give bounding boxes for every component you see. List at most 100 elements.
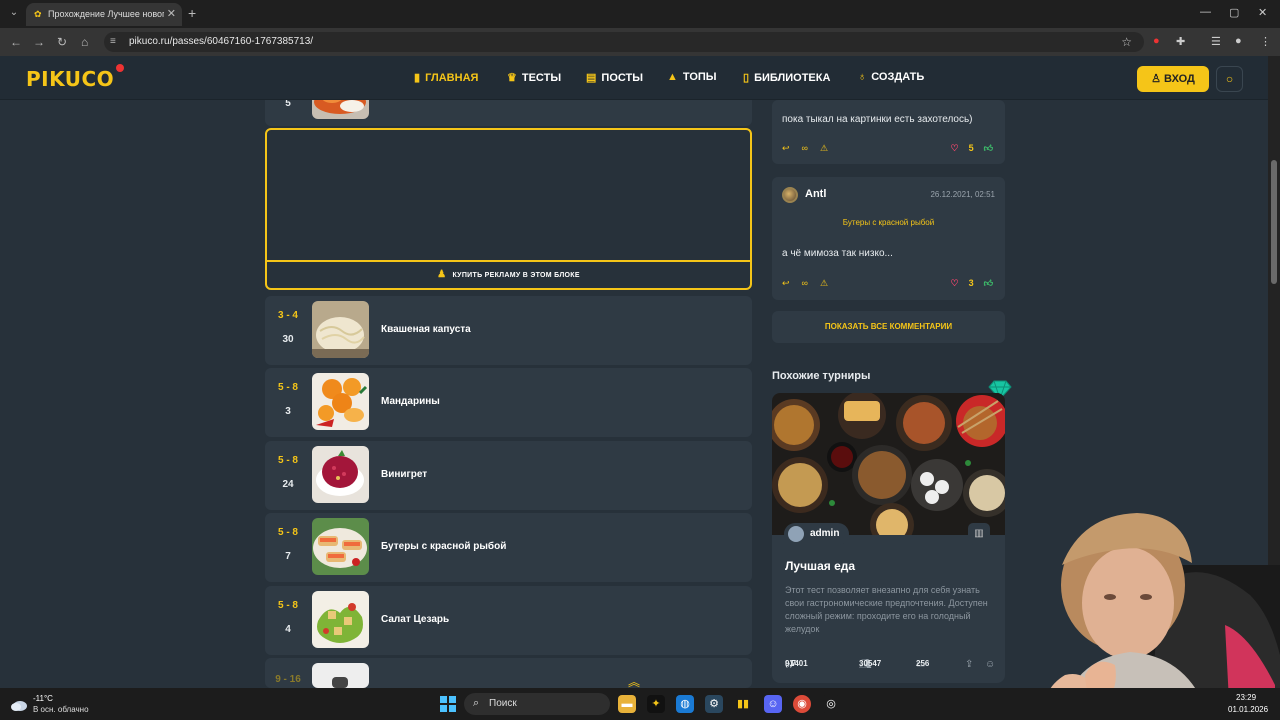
maximize-icon[interactable]: ▢ — [1229, 6, 1239, 19]
row-thumbnail — [312, 301, 369, 358]
taskbar-search[interactable]: ⌕ Поиск — [464, 693, 610, 715]
file-explorer-icon[interactable]: ▬ — [618, 695, 636, 713]
extensions-puzzle-icon[interactable]: ✚ — [1176, 35, 1185, 48]
minimize-icon[interactable]: — — [1200, 6, 1211, 18]
forward-icon[interactable]: → — [33, 35, 45, 49]
url-text: pikuco.ru/passes/60467160-1767385713/ — [129, 36, 314, 47]
comment-author[interactable]: Antl — [805, 188, 826, 200]
media-icon[interactable]: ☰ — [1211, 35, 1221, 48]
comments-count: 256 — [916, 659, 930, 668]
tab-close-icon[interactable]: ✕ — [167, 7, 176, 20]
comment-date: 26.12.2021, 02:51 — [930, 190, 995, 199]
report-icon[interactable]: ⚠ — [820, 278, 828, 288]
row-name: Бутеры с красной рыбой — [381, 541, 507, 552]
downvote-icon[interactable]: ♡ — [951, 278, 959, 288]
row-name: Салат Цезарь — [381, 614, 450, 625]
discord-icon[interactable]: ☺ — [764, 695, 782, 713]
nav-item-tests[interactable]: ♛ ТЕСТЫ — [507, 71, 561, 84]
home-icon[interactable]: ⌂ — [81, 35, 88, 49]
avatar — [788, 526, 804, 542]
cloud-weather-icon[interactable] — [10, 695, 28, 713]
close-window-icon[interactable]: ✕ — [1258, 6, 1267, 19]
search-icon: ⌕ — [473, 697, 480, 709]
list-item[interactable]: 5 - 8 3 Мандарины — [265, 368, 752, 437]
row-name: Винигрет — [381, 469, 428, 480]
link-icon[interactable]: ∞ — [802, 278, 808, 288]
clock-time[interactable]: 23:29 — [1236, 693, 1256, 702]
comment-text: а чё мимоза так низко... — [782, 248, 893, 259]
app-icon[interactable]: ✦ — [647, 695, 665, 713]
list-item[interactable]: 5 - 8 4 Салат Цезарь — [265, 586, 752, 655]
comment-item-ref: Бутеры с красной рыбой — [842, 218, 935, 227]
bookmark-icon: ▮ — [414, 72, 421, 84]
reload-icon[interactable]: ↻ — [57, 35, 67, 49]
search-icon: ○ — [1225, 72, 1234, 86]
card-title[interactable]: Лучшая еда — [785, 559, 855, 573]
buy-ad-link[interactable]: ♟ КУПИТЬ РЕКЛАМУ В ЭТОМ БЛОКЕ — [267, 269, 750, 280]
reply-icon[interactable]: ↩ — [782, 278, 790, 288]
row-thumbnail — [312, 663, 369, 688]
site-info-icon[interactable]: ≡ — [110, 36, 122, 48]
new-tab-icon[interactable]: + — [188, 5, 196, 21]
list-item[interactable]: 9 - 16 — [265, 658, 752, 688]
taskbar: -11°C В осн. облачно ⌕ Поиск ▬ ✦ ◍ ⚙ ▮▮ … — [0, 688, 1280, 720]
ad-block: ♟ КУПИТЬ РЕКЛАМУ В ЭТОМ БЛОКЕ — [265, 128, 752, 290]
row-vote-count: 7 — [285, 551, 291, 562]
show-all-comments-button[interactable]: ПОКАЗАТЬ ВСЕ КОММЕНТАРИИ — [772, 311, 1005, 343]
list-item[interactable]: 5 - 8 24 Винигрет — [265, 441, 752, 510]
report-icon[interactable]: ⚠ — [820, 143, 828, 153]
browser-app-icon[interactable]: ◍ — [676, 695, 694, 713]
app-icon[interactable]: ▮▮ — [734, 695, 752, 713]
obs-icon[interactable]: ◎ — [822, 695, 840, 713]
vote-count: 5 — [968, 143, 974, 153]
clock-date[interactable]: 01.01.2026 — [1228, 705, 1268, 714]
row-rank: 3 - 4 — [277, 310, 298, 321]
steam-icon[interactable]: ⚙ — [705, 695, 723, 713]
weather-temperature[interactable]: -11°C — [33, 694, 53, 703]
avatar[interactable] — [782, 187, 798, 203]
search-button[interactable]: ○ — [1216, 66, 1243, 92]
nav-item-create[interactable]: ♁ СОЗДАТЬ — [858, 71, 924, 83]
reply-icon[interactable]: ↩ — [782, 143, 790, 153]
tab-search-icon[interactable]: ⌄ — [6, 5, 22, 21]
nav-item-library[interactable]: ▯ БИБЛИОТЕКА — [743, 71, 830, 84]
vote-count: 3 — [968, 278, 974, 288]
stats-chart-icon[interactable]: ▥ — [968, 523, 990, 545]
weather-description[interactable]: В осн. облачно — [33, 705, 89, 714]
chrome-icon[interactable]: ◉ — [793, 695, 811, 713]
list-item[interactable]: 5 - 8 7 Бутеры с красной рыбой — [265, 513, 752, 582]
row-rank: 5 - 8 — [277, 455, 298, 466]
profile-avatar-icon[interactable]: ● — [1235, 35, 1242, 47]
browser-menu-icon[interactable]: ⋮ — [1260, 35, 1271, 48]
login-button[interactable]: ♙ ВХОД — [1137, 66, 1209, 92]
row-rank: 5 - 8 — [277, 600, 298, 611]
nav-item-home[interactable]: ▮ ГЛАВНАЯ — [414, 71, 478, 84]
bookmark-star-icon[interactable]: ☆ — [1121, 35, 1132, 49]
tournament-card[interactable]: admin ▥ Лучшая еда Этот тест позволяет в… — [772, 393, 1005, 683]
comment-actions: ↩ ∞ ⚠ — [782, 278, 840, 289]
row-name: Мандарины — [381, 396, 440, 407]
extension-icon[interactable]: ● — [1153, 35, 1160, 47]
trophy-icon: ♛ — [507, 72, 517, 84]
comment-card: пока тыкал на картинки есть захотелось) … — [772, 100, 1005, 164]
site-header: PIKUCO ▮ ГЛАВНАЯ ♛ ТЕСТЫ ▤ ПОСТЫ ▲ ТОПЫ ▯ БИБ… — [0, 56, 1268, 100]
browser-tab[interactable]: ✿ Прохождение Лучшее новогод... ✕ — [26, 3, 182, 26]
downvote-icon[interactable]: ♡ — [951, 143, 959, 153]
book-icon: ▯ — [743, 72, 750, 84]
address-bar[interactable]: ≡ pikuco.ru/passes/60467160-1767385713/ … — [104, 32, 1144, 52]
nav-item-posts[interactable]: ▤ ПОСТЫ — [586, 71, 643, 84]
site-logo[interactable]: PIKUCO — [26, 67, 114, 91]
share-icon[interactable]: ⇪ — [965, 659, 973, 670]
comment-card: Antl 26.12.2021, 02:51 Бутеры с красной … — [772, 177, 1005, 300]
upvote-icon[interactable]: 👍︎ — [984, 143, 993, 153]
windows-start-icon[interactable] — [440, 696, 456, 712]
tab-title: Прохождение Лучшее новогод... — [48, 9, 164, 19]
list-item[interactable]: 3 - 4 30 Квашеная капуста — [265, 296, 752, 365]
nav-item-tops[interactable]: ▲ ТОПЫ — [667, 71, 717, 83]
link-icon[interactable]: ∞ — [802, 143, 808, 153]
upvote-icon[interactable]: 👍︎ — [984, 278, 993, 288]
back-icon[interactable]: ← — [10, 35, 22, 49]
scroll-thumb[interactable] — [1271, 160, 1277, 284]
row-vote-count: 30 — [282, 334, 294, 345]
card-author-badge[interactable]: admin — [784, 523, 850, 545]
